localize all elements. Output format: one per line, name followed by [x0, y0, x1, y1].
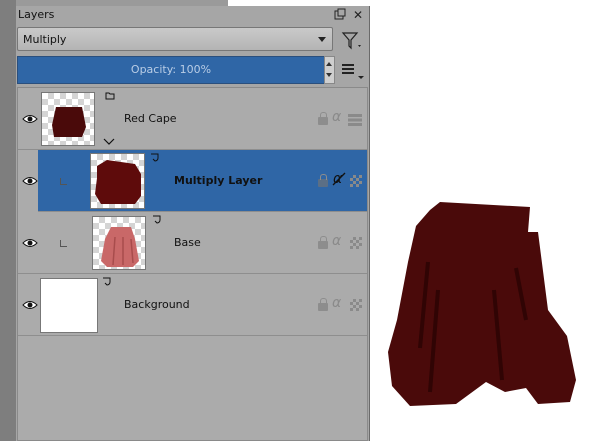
eye-icon[interactable]	[22, 238, 38, 248]
clone-layer-icon	[103, 277, 111, 286]
alpha-disabled-strike	[332, 172, 346, 186]
alpha-icon[interactable]: α	[332, 295, 341, 311]
lock-icon[interactable]	[318, 112, 328, 125]
alpha-icon[interactable]: α	[332, 233, 341, 249]
layer-name[interactable]: Background	[124, 298, 190, 311]
layer-name[interactable]: Red Cape	[124, 112, 177, 125]
hamburger-menu-icon[interactable]	[342, 62, 364, 82]
filter-icon[interactable]	[340, 28, 364, 52]
spin-down-icon[interactable]	[326, 73, 332, 77]
layers-panel: Layers ✕ Multiply Opacity: 100% Red Cape…	[16, 6, 370, 441]
inherit-alpha-icon[interactable]	[350, 299, 362, 311]
layer-row-base[interactable]: Base α	[18, 212, 367, 274]
lock-icon[interactable]	[318, 298, 328, 311]
chevron-down-icon	[318, 37, 326, 42]
spin-up-icon[interactable]	[326, 62, 332, 66]
group-folder-icon	[105, 92, 115, 100]
opacity-spinner[interactable]	[324, 56, 335, 84]
workspace-left-strip	[0, 0, 16, 441]
cape-shape	[388, 202, 576, 406]
inherit-alpha-icon[interactable]	[350, 237, 362, 249]
layer-type-icon	[348, 114, 362, 126]
layer-thumbnail	[90, 153, 145, 209]
layer-row-red-cape[interactable]: Red Cape α	[18, 88, 367, 150]
eye-icon[interactable]	[22, 114, 38, 124]
canvas-artwork	[229, 0, 576, 406]
chevron-down-icon[interactable]	[103, 138, 115, 146]
alpha-icon[interactable]: α	[332, 109, 341, 125]
opacity-label: Opacity:	[130, 63, 177, 76]
layer-row-background[interactable]: Background α	[18, 274, 367, 336]
float-icon[interactable]	[333, 8, 347, 22]
layer-name[interactable]: Base	[174, 236, 201, 249]
panel-titlebar: Layers ✕	[16, 6, 369, 24]
indent-marker	[60, 178, 67, 185]
layer-row-multiply-layer[interactable]: Multiply Layer α	[22, 150, 367, 212]
panel-title: Layers	[18, 8, 55, 21]
layer-thumbnail	[40, 278, 98, 333]
blending-mode-select[interactable]: Multiply	[17, 27, 333, 51]
lock-icon[interactable]	[318, 174, 328, 187]
lock-icon[interactable]	[318, 236, 328, 249]
clone-layer-icon	[153, 215, 161, 224]
eye-icon[interactable]	[22, 300, 38, 310]
layer-thumbnail	[92, 216, 146, 270]
layer-thumbnail	[41, 92, 95, 146]
blending-mode-value: Multiply	[23, 33, 67, 46]
canvas[interactable]	[229, 0, 600, 441]
layer-name[interactable]: Multiply Layer	[174, 174, 262, 187]
layer-list[interactable]: Red Cape α Multiply Layer α Base α Backg…	[17, 87, 368, 441]
opacity-value: 100%	[179, 63, 212, 76]
close-icon[interactable]: ✕	[351, 8, 365, 22]
eye-icon[interactable]	[22, 176, 38, 186]
indent-marker	[60, 240, 67, 247]
opacity-slider[interactable]: Opacity: 100%	[17, 56, 325, 84]
clone-layer-icon	[151, 153, 159, 162]
inherit-alpha-icon[interactable]	[350, 175, 362, 187]
